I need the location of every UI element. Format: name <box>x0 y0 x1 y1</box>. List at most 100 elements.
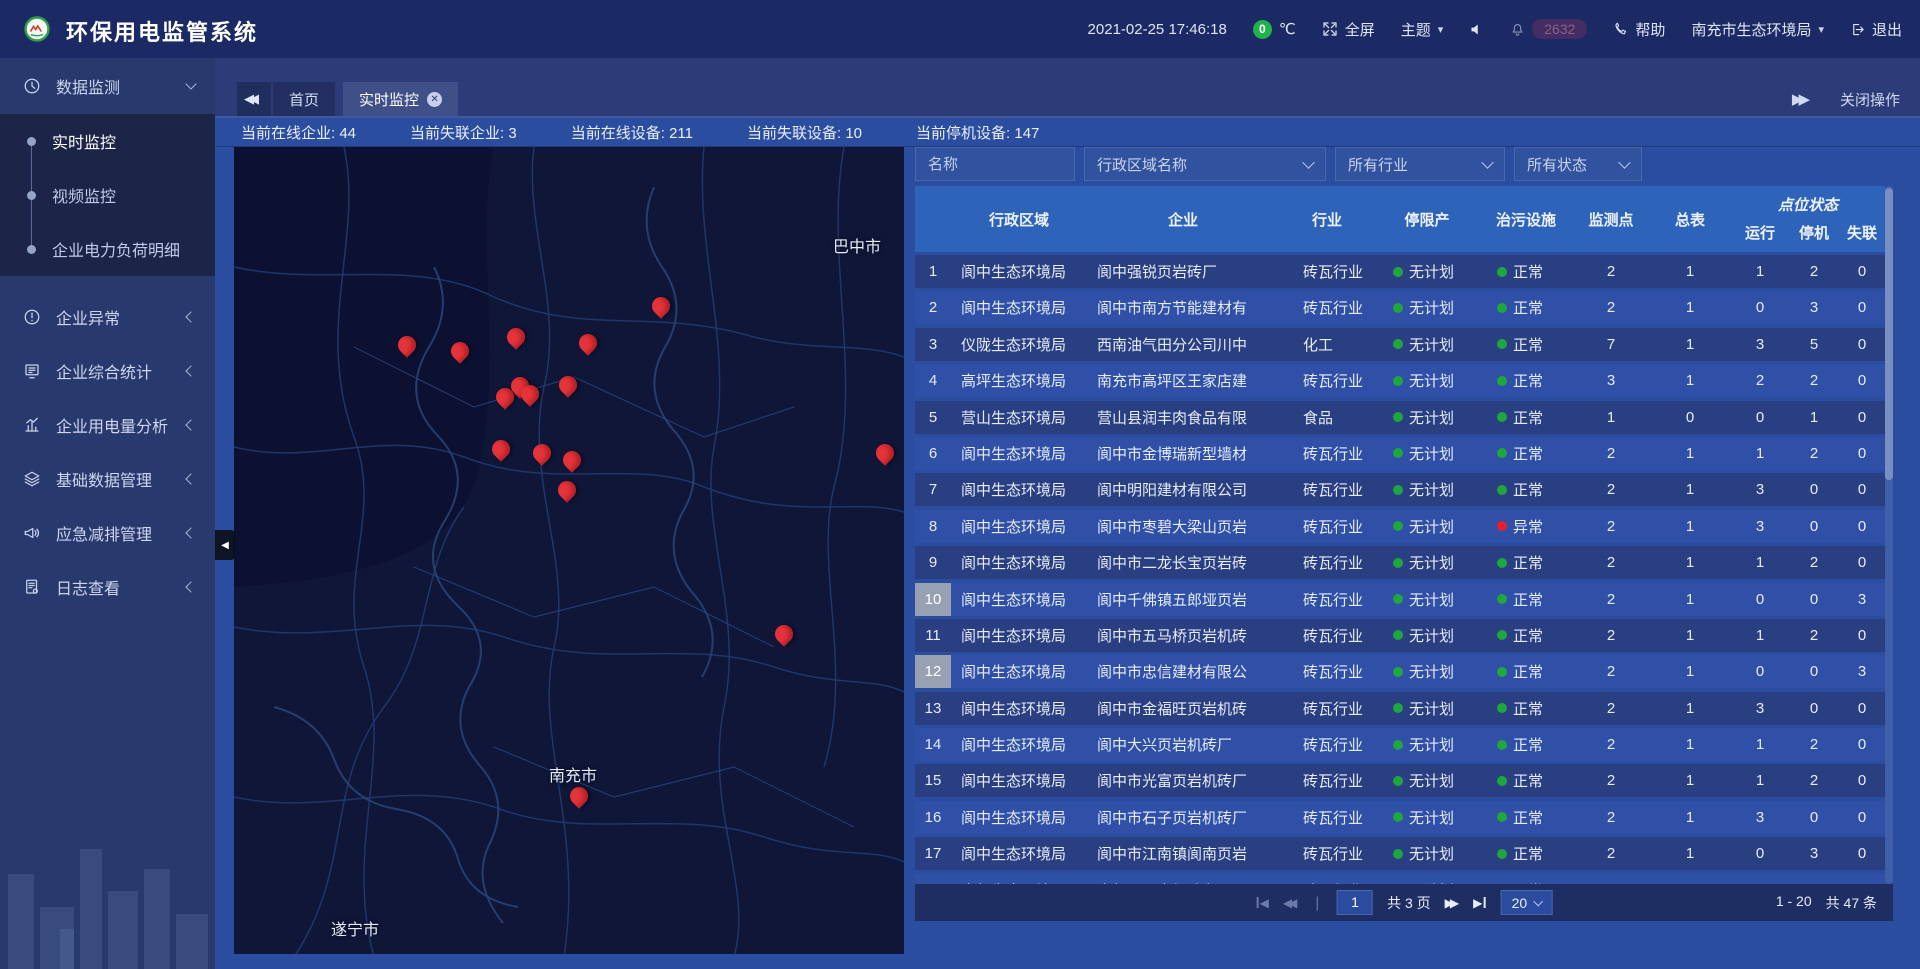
panel-collapse-button[interactable]: ◀ <box>215 530 235 560</box>
points-cell: 2 <box>1573 591 1649 608</box>
first-page-button[interactable]: ◀ <box>1256 896 1269 910</box>
table-row[interactable]: 13 阆中生态环境局 阆中市金福旺页岩机砖 砖瓦行业 无计划 正常 2 1 3 … <box>915 692 1885 725</box>
sidebar-item[interactable]: 应急减排管理 <box>0 506 215 560</box>
status-dot-green <box>1393 812 1403 822</box>
sidebar-subitem[interactable]: 企业电力负荷明细 <box>0 222 215 276</box>
fullscreen-icon <box>1322 21 1338 37</box>
sidebar-item[interactable]: 基础数据管理 <box>0 452 215 506</box>
points-cell: 2 <box>1573 772 1649 789</box>
meter-cell: 1 <box>1649 263 1731 280</box>
close-operations-button[interactable]: 关闭操作 <box>1840 89 1900 110</box>
region-select[interactable]: 行政区域名称 <box>1084 147 1326 181</box>
table-row[interactable]: 18 南部生态环境局 南部县页岩机砖有限公 砖瓦行业 无计划 正常 2 1 0 … <box>915 874 1885 884</box>
logout-button[interactable]: 退出 <box>1850 19 1902 40</box>
limit-cell: 无计划 <box>1375 334 1479 355</box>
limit-cell: 无计划 <box>1375 297 1479 318</box>
last-page-button[interactable]: ▶ <box>1473 896 1486 910</box>
table-row[interactable]: 2 阆中生态环境局 阆中市南方节能建材有 砖瓦行业 无计划 正常 2 1 0 3… <box>915 291 1885 324</box>
run-cell: 3 <box>1731 809 1789 826</box>
meter-cell: 1 <box>1649 809 1731 826</box>
table-row[interactable]: 14 阆中生态环境局 阆中大兴页岩机砖厂 砖瓦行业 无计划 正常 2 1 1 2… <box>915 728 1885 761</box>
company-cell: 营山县润丰肉食品有限 <box>1087 407 1279 428</box>
status-dot-green <box>1393 412 1403 422</box>
table-row[interactable]: 9 阆中生态环境局 阆中市二龙长宝页岩砖 砖瓦行业 无计划 正常 2 1 1 2… <box>915 546 1885 579</box>
status-dot-green <box>1393 776 1403 786</box>
company-cell: 阆中市二龙长宝页岩砖 <box>1087 552 1279 573</box>
lost-cell: 3 <box>1839 591 1885 608</box>
points-cell: 2 <box>1573 627 1649 644</box>
table-row[interactable]: 3 仪陇生态环境局 西南油气田分公司川中 化工 无计划 正常 7 1 3 5 0 <box>915 328 1885 361</box>
sidebar-item[interactable]: 企业用电量分析 <box>0 398 215 452</box>
next-page-button[interactable]: ▶▶ <box>1445 896 1459 910</box>
lost-cell: 0 <box>1839 809 1885 826</box>
run-cell: 0 <box>1731 409 1789 426</box>
name-search-field[interactable] <box>915 147 1075 181</box>
tab-home[interactable]: 首页 <box>273 82 335 116</box>
scrollbar-thumb[interactable] <box>1885 188 1893 480</box>
limit-cell: 无计划 <box>1375 843 1479 864</box>
meter-cell: 1 <box>1649 700 1731 717</box>
org-dropdown[interactable]: 南充市生态环境局▾ <box>1691 19 1824 40</box>
status-select[interactable]: 所有状态 <box>1514 147 1642 181</box>
status-dot-green <box>1393 339 1403 349</box>
theme-dropdown[interactable]: 主题▾ <box>1401 19 1444 40</box>
sidebar-item-data-monitor[interactable]: 数据监测 <box>0 58 215 114</box>
facility-status-dot <box>1497 485 1507 495</box>
map-panel[interactable]: 巴中市南充市遂宁市 <box>234 147 904 954</box>
name-search-input[interactable] <box>928 156 1062 173</box>
prev-page-button[interactable]: ◀◀ <box>1283 896 1297 910</box>
stop-cell: 5 <box>1789 336 1839 353</box>
help-button[interactable]: 帮助 <box>1613 19 1665 40</box>
company-cell: 西南油气田分公司川中 <box>1087 334 1279 355</box>
company-cell: 阆中市枣碧大梁山页岩 <box>1087 516 1279 537</box>
facility-cell: 异常 <box>1479 516 1573 537</box>
page-number-input[interactable]: 1 <box>1337 890 1373 915</box>
table-row[interactable]: 10 阆中生态环境局 阆中千佛镇五郎垭页岩 砖瓦行业 无计划 正常 2 1 0 … <box>915 583 1885 616</box>
row-number: 15 <box>915 772 951 789</box>
sidebar-subitem[interactable]: 视频监控 <box>0 168 215 222</box>
industry-cell: 砖瓦行业 <box>1279 297 1375 318</box>
facility-status-dot <box>1497 303 1507 313</box>
table-row[interactable]: 17 阆中生态环境局 阆中市江南镇阆南页岩 砖瓦行业 无计划 正常 2 1 0 … <box>915 837 1885 870</box>
facility-status-dot <box>1497 849 1507 859</box>
tabs-scroll-right-button[interactable]: ▶▶ <box>1792 90 1810 108</box>
tabs-scroll-left-button[interactable]: ◀◀ <box>237 82 271 116</box>
sidebar-item[interactable]: 企业异常 <box>0 290 215 344</box>
company-cell: 阆中市五马桥页岩机砖 <box>1087 625 1279 646</box>
lost-cell: 0 <box>1839 736 1885 753</box>
sidebar-subitem[interactable]: 实时监控 <box>0 114 215 168</box>
tab-close-icon[interactable]: ✕ <box>427 92 442 107</box>
table-row[interactable]: 5 营山生态环境局 营山县润丰肉食品有限 食品 无计划 正常 1 0 0 1 0 <box>915 401 1885 434</box>
table-row[interactable]: 11 阆中生态环境局 阆中市五马桥页岩机砖 砖瓦行业 无计划 正常 2 1 1 … <box>915 619 1885 652</box>
region-cell: 阆中生态环境局 <box>951 661 1087 682</box>
table-row[interactable]: 15 阆中生态环境局 阆中市光富页岩机砖厂 砖瓦行业 无计划 正常 2 1 1 … <box>915 764 1885 797</box>
app-title: 环保用电监管系统 <box>66 15 258 47</box>
table-row[interactable]: 12 阆中生态环境局 阆中市忠信建材有限公 砖瓦行业 无计划 正常 2 1 0 … <box>915 655 1885 688</box>
sidebar-item[interactable]: 日志查看 <box>0 560 215 614</box>
industry-cell: 砖瓦行业 <box>1279 370 1375 391</box>
company-cell: 南充市高坪区王家店建 <box>1087 370 1279 391</box>
table-row[interactable]: 4 高坪生态环境局 南充市高坪区王家店建 砖瓦行业 无计划 正常 3 1 2 2… <box>915 364 1885 397</box>
table-row[interactable]: 16 阆中生态环境局 阆中市石子页岩机砖厂 砖瓦行业 无计划 正常 2 1 3 … <box>915 801 1885 834</box>
page-size-select[interactable]: 20 <box>1500 890 1552 915</box>
table-row[interactable]: 8 阆中生态环境局 阆中市枣碧大梁山页岩 砖瓦行业 无计划 异常 2 1 3 0… <box>915 510 1885 543</box>
industry-select[interactable]: 所有行业 <box>1335 147 1505 181</box>
table-row[interactable]: 6 阆中生态环境局 阆中市金博瑞新型墙材 砖瓦行业 无计划 正常 2 1 1 2… <box>915 437 1885 470</box>
limit-cell: 无计划 <box>1375 625 1479 646</box>
lost-cell: 0 <box>1839 772 1885 789</box>
table-row[interactable]: 1 阆中生态环境局 阆中强锐页岩砖厂 砖瓦行业 无计划 正常 2 1 1 2 0 <box>915 255 1885 288</box>
notification-area[interactable]: 2632 <box>1510 19 1587 39</box>
fullscreen-button[interactable]: 全屏 <box>1322 19 1375 40</box>
tab-realtime-monitor[interactable]: 实时监控 ✕ <box>343 82 458 116</box>
sidebar-item[interactable]: 企业综合统计 <box>0 344 215 398</box>
meter-cell: 1 <box>1649 518 1731 535</box>
table-row[interactable]: 7 阆中生态环境局 阆中明阳建材有限公司 砖瓦行业 无计划 正常 2 1 3 0… <box>915 473 1885 506</box>
facility-cell: 正常 <box>1479 370 1573 391</box>
mute-button[interactable] <box>1469 22 1484 37</box>
lost-cell: 0 <box>1839 481 1885 498</box>
limit-cell: 无计划 <box>1375 516 1479 537</box>
meter-cell: 1 <box>1649 372 1731 389</box>
sidebar-submenu: 实时监控 视频监控 企业电力负荷明细 <box>0 114 215 276</box>
industry-cell: 食品 <box>1279 407 1375 428</box>
table-scrollbar[interactable] <box>1885 186 1893 884</box>
